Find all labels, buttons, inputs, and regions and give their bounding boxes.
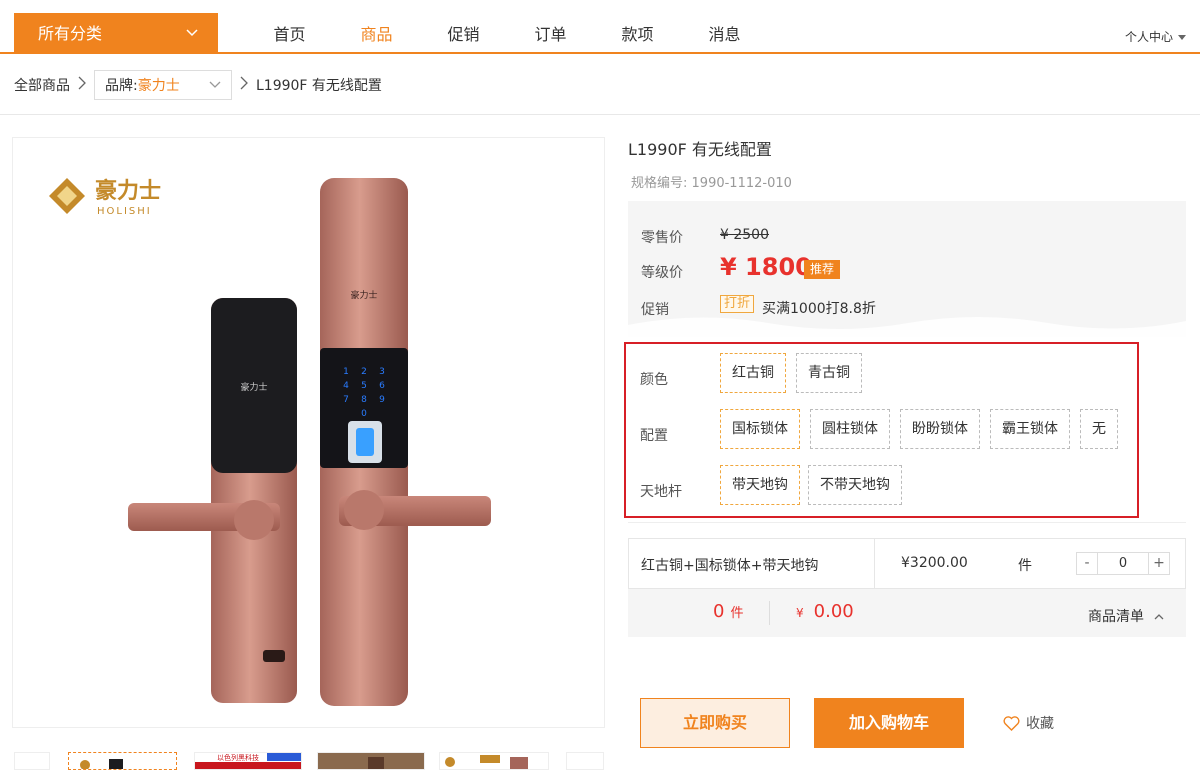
retail-price-value: ¥ 2500 bbox=[720, 227, 769, 243]
rod-label: 天地杆 bbox=[640, 484, 682, 500]
door-lock-illustration: 豪力士 HOLISHI 豪力士 1 2 3 4 5 6 7 8 9 0 豪力士 bbox=[49, 178, 491, 706]
nav-products[interactable]: 商品 bbox=[333, 16, 420, 54]
summary-quantity-value: 0 bbox=[713, 601, 725, 622]
svg-text:HOLISHI: HOLISHI bbox=[97, 206, 152, 217]
brand-filter-value: 豪力士 bbox=[137, 78, 180, 94]
quantity-input[interactable]: 0 bbox=[1097, 553, 1149, 574]
holishi-logo: 豪力士 HOLISHI bbox=[49, 178, 161, 217]
option-rod-without-hook[interactable]: 不带天地钩 bbox=[808, 465, 902, 505]
svg-text:豪力士: 豪力士 bbox=[95, 178, 161, 204]
nav-payments[interactable]: 款项 bbox=[594, 16, 681, 54]
summary-amount: ¥0.00 bbox=[796, 601, 854, 622]
nav-home[interactable]: 首页 bbox=[246, 16, 333, 54]
summary-amount-value: 0.00 bbox=[813, 601, 854, 622]
thumbnail-strip: 以色列黑科技 bbox=[14, 752, 604, 770]
svg-text:豪力士: 豪力士 bbox=[350, 289, 377, 301]
decorative-wave bbox=[628, 317, 1186, 337]
retail-price-label: 零售价 bbox=[641, 230, 683, 246]
chevron-up-icon bbox=[1150, 611, 1164, 624]
thumbnail-3[interactable] bbox=[317, 752, 425, 770]
summary-quantity-unit: 件 bbox=[730, 606, 744, 621]
sku-unit: 件 bbox=[1018, 558, 1032, 574]
quantity-increase-button[interactable]: + bbox=[1149, 553, 1169, 574]
divider bbox=[874, 539, 875, 588]
thumbnail-4[interactable] bbox=[439, 752, 549, 770]
chevron-down-icon bbox=[209, 75, 221, 98]
spec-options-panel: 颜色 红古铜 青古铜 配置 国标锁体 圆柱锁体 盼盼锁体 霸王锁体 无 天地杆 … bbox=[624, 342, 1139, 518]
product-title: L1990F 有无线配置 bbox=[628, 140, 772, 159]
option-rod-with-hook[interactable]: 带天地钩 bbox=[720, 465, 800, 505]
svg-text:豪力士: 豪力士 bbox=[240, 381, 267, 393]
order-summary-bar: 0件 ¥0.00 商品清单 bbox=[628, 589, 1186, 637]
nav-messages[interactable]: 消息 bbox=[681, 16, 768, 54]
option-config-4[interactable]: 霸王锁体 bbox=[990, 409, 1070, 449]
thumbnail-prev-arrow[interactable] bbox=[14, 752, 50, 770]
option-color-red-bronze[interactable]: 红古铜 bbox=[720, 353, 786, 393]
config-label: 配置 bbox=[640, 428, 668, 444]
nav-promotions[interactable]: 促销 bbox=[420, 16, 507, 54]
all-categories-button[interactable]: 所有分类 bbox=[14, 13, 218, 54]
svg-text:9: 9 bbox=[379, 395, 385, 405]
breadcrumb: 全部商品 品牌: 豪力士 L1990F 有无线配置 bbox=[14, 70, 382, 100]
quantity-stepper: - 0 + bbox=[1076, 552, 1170, 575]
summary-currency: ¥ bbox=[796, 606, 804, 620]
svg-text:4: 4 bbox=[343, 381, 349, 391]
svg-text:0: 0 bbox=[361, 409, 367, 419]
chevron-right-icon bbox=[70, 76, 94, 94]
all-categories-label: 所有分类 bbox=[38, 24, 103, 43]
user-center-label: 个人中心 bbox=[1124, 30, 1173, 44]
favorite-label: 收藏 bbox=[1026, 716, 1054, 732]
option-config-none[interactable]: 无 bbox=[1080, 409, 1118, 449]
product-list-label: 商品清单 bbox=[1088, 609, 1144, 625]
product-code-label: 规格编号: bbox=[631, 176, 688, 191]
favorite-button[interactable]: 收藏 bbox=[1003, 713, 1054, 733]
option-config-1[interactable]: 国标锁体 bbox=[720, 409, 800, 449]
thumbnail-1[interactable] bbox=[68, 752, 177, 770]
level-price-value: ¥ 1800 bbox=[720, 253, 812, 281]
add-to-cart-button[interactable]: 加入购物车 bbox=[814, 698, 964, 748]
product-code-value: 1990-1112-010 bbox=[691, 176, 792, 191]
divider bbox=[769, 601, 770, 625]
top-navigation-bar: 所有分类 首页 商品 促销 订单 款项 消息 个人中心 bbox=[0, 0, 1200, 54]
thumbnail-2[interactable]: 以色列黑科技 bbox=[194, 752, 302, 770]
svg-text:2: 2 bbox=[361, 367, 367, 377]
level-price-label: 等级价 bbox=[641, 265, 683, 281]
svg-text:3: 3 bbox=[379, 367, 385, 377]
user-center-menu[interactable]: 个人中心 bbox=[1125, 28, 1186, 45]
nav-orders[interactable]: 订单 bbox=[507, 16, 594, 54]
option-color-green-bronze[interactable]: 青古铜 bbox=[796, 353, 862, 393]
option-config-2[interactable]: 圆柱锁体 bbox=[810, 409, 890, 449]
svg-text:8: 8 bbox=[361, 395, 367, 405]
svg-text:1: 1 bbox=[343, 367, 349, 377]
recommend-badge: 推荐 bbox=[804, 260, 841, 279]
breadcrumb-current: L1990F 有无线配置 bbox=[256, 78, 382, 94]
sku-name: 红古铜+国标锁体+带天地钩 bbox=[641, 558, 819, 574]
summary-quantity: 0件 bbox=[713, 601, 743, 622]
brand-filter-label: 品牌: bbox=[105, 78, 138, 94]
sku-price: ¥3200.00 bbox=[901, 555, 968, 571]
buy-now-button[interactable]: 立即购买 bbox=[640, 698, 790, 748]
product-list-toggle[interactable]: 商品清单 bbox=[1088, 606, 1164, 626]
chevron-right-icon bbox=[232, 76, 256, 94]
sku-row: 红古铜+国标锁体+带天地钩 ¥3200.00 件 - 0 + bbox=[628, 538, 1186, 589]
main-nav: 首页 商品 促销 订单 款项 消息 bbox=[246, 16, 768, 54]
divider bbox=[628, 522, 1186, 523]
svg-text:6: 6 bbox=[379, 381, 385, 391]
divider bbox=[0, 114, 1200, 115]
product-code: 规格编号: 1990-1112-010 bbox=[631, 172, 792, 191]
chevron-down-icon bbox=[186, 13, 198, 71]
thumbnail-banner-text: 以色列黑科技 bbox=[217, 753, 259, 762]
svg-text:5: 5 bbox=[361, 381, 367, 391]
color-label: 颜色 bbox=[640, 372, 668, 388]
thumbnail-next-arrow[interactable] bbox=[566, 752, 604, 770]
breadcrumb-all-products[interactable]: 全部商品 bbox=[14, 75, 70, 95]
caret-down-icon bbox=[1178, 35, 1186, 40]
heart-icon bbox=[1003, 715, 1020, 731]
brand-filter-select[interactable]: 品牌: 豪力士 bbox=[94, 70, 232, 100]
quantity-decrease-button[interactable]: - bbox=[1077, 553, 1097, 574]
price-panel: 零售价 ¥ 2500 等级价 ¥ 1800 推荐 促销 打折 买满1000打8.… bbox=[628, 201, 1186, 337]
option-config-3[interactable]: 盼盼锁体 bbox=[900, 409, 980, 449]
product-main-image[interactable]: 豪力士 HOLISHI 豪力士 1 2 3 4 5 6 7 8 9 0 豪力士 bbox=[12, 137, 605, 728]
svg-text:7: 7 bbox=[343, 395, 349, 405]
